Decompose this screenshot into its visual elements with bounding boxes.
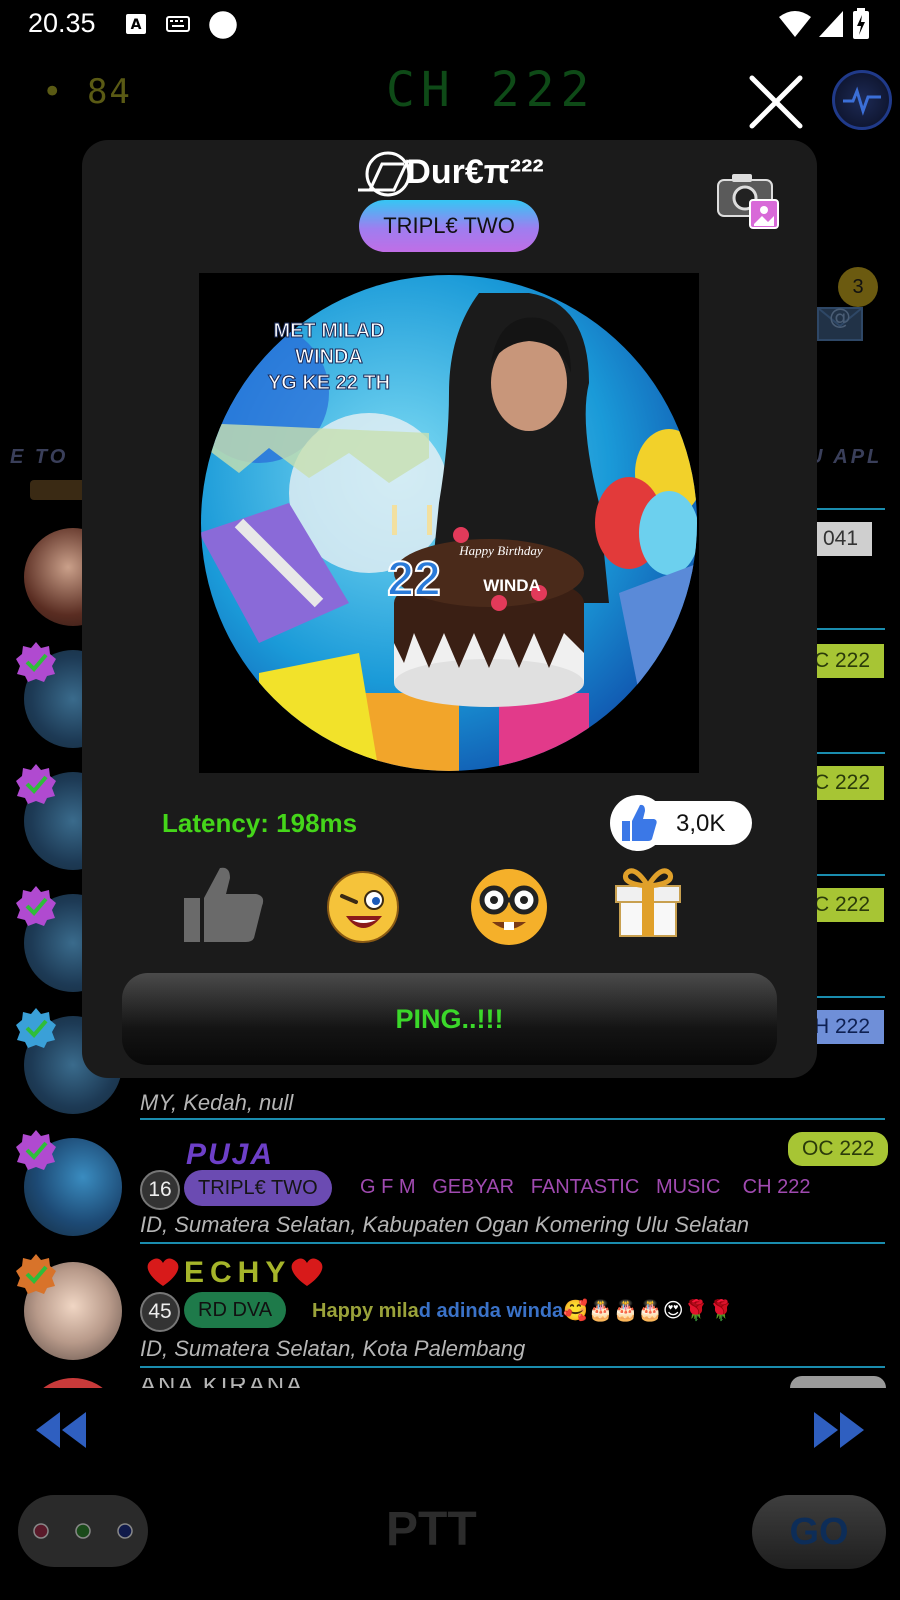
gift-icon[interactable] xyxy=(608,860,688,940)
signal-icon xyxy=(819,11,843,37)
photo-caption-line: YG KE 22 TH xyxy=(268,372,390,394)
user-location: ID, Sumatera Selatan, Kabupaten Ogan Kom… xyxy=(140,1212,750,1237)
thumbs-up-reaction-icon[interactable] xyxy=(180,862,270,952)
fast-forward-icon[interactable] xyxy=(812,1408,868,1452)
battery-icon xyxy=(853,8,869,39)
ping-button[interactable]: PING..!!! xyxy=(122,973,777,1065)
notification-a-icon: A xyxy=(126,14,146,34)
decor-banner xyxy=(30,480,90,500)
level-badge: 45 xyxy=(140,1292,180,1332)
status-time: 20.35 xyxy=(28,8,96,38)
close-icon[interactable] xyxy=(748,74,804,130)
dots-indicator-icon xyxy=(33,1523,133,1539)
next-user-name-clip: ANA KIRANA xyxy=(140,1378,304,1388)
status-dots-button[interactable] xyxy=(18,1495,148,1567)
row-divider xyxy=(140,1242,885,1244)
cake-greeting: Happy Birthday xyxy=(458,543,543,558)
cake-number: 22 xyxy=(387,553,440,606)
user-name: ECHY xyxy=(184,1256,292,1289)
level-badge: 16 xyxy=(140,1170,180,1210)
verified-badge-icon xyxy=(16,764,56,804)
marquee-left: E TO xyxy=(10,446,69,468)
status-message-emoji: 🥰🎂🎂🎂😍🌹🌹 xyxy=(563,1300,734,1322)
like-circle xyxy=(610,795,666,851)
group-badge: RD DVA xyxy=(184,1292,287,1328)
next-user-name: ANA KIRANA xyxy=(140,1378,304,1388)
svg-text:A: A xyxy=(131,17,142,33)
latency-text: Latency: 198ms xyxy=(162,808,358,838)
row-divider xyxy=(140,1118,885,1120)
camera-gallery-icon[interactable] xyxy=(716,170,780,230)
channel-tag: OC 222 xyxy=(788,1132,889,1166)
like-count: 3,0K xyxy=(676,810,726,837)
wifi-icon xyxy=(779,11,811,37)
heart-icon xyxy=(291,1258,323,1286)
channel-title: CH 222 xyxy=(386,62,596,118)
row-divider xyxy=(140,1366,885,1368)
status-message-part: Happy mila xyxy=(312,1300,419,1322)
user-location: ID, Sumatera Selatan, Kota Palembang xyxy=(140,1336,526,1361)
keyboard-icon xyxy=(166,16,190,32)
photo-caption-line: WINDA xyxy=(295,346,363,368)
status-message-part: d adinda winda xyxy=(418,1300,564,1322)
verified-badge-icon xyxy=(16,1130,56,1170)
channel-list: G F M GEBYAR FANTASTIC MUSIC CH 222 xyxy=(360,1176,811,1198)
photo-caption-line: MET MILAD xyxy=(273,320,384,342)
nerd-face-icon[interactable] xyxy=(464,862,554,952)
online-count: • 84 xyxy=(42,72,132,112)
profile-photo[interactable]: MET MILAD WINDA YG KE 22 TH 22 Happy Bir… xyxy=(199,273,699,773)
cake-name: WINDA xyxy=(483,576,541,595)
group-badge: TRIPL€ TWO xyxy=(359,200,539,252)
modal-title-text: Dur€π²²² xyxy=(406,152,544,191)
verified-badge-icon xyxy=(16,1008,56,1048)
brand-logo-icon xyxy=(358,151,411,197)
like-counter[interactable]: 3,0K xyxy=(610,795,752,851)
user-location: MY, Kedah, null xyxy=(140,1090,294,1115)
go-button[interactable]: GO xyxy=(752,1495,886,1569)
app-logo-icon[interactable] xyxy=(832,70,892,130)
heart-icon xyxy=(147,1258,179,1286)
verified-badge-icon xyxy=(16,642,56,682)
dot-notification-icon xyxy=(209,11,237,39)
verified-badge-icon xyxy=(16,886,56,926)
next-avatar-clip xyxy=(24,1378,122,1388)
rewind-icon[interactable] xyxy=(32,1408,88,1452)
user-name: PUJA xyxy=(186,1138,275,1171)
mail-icon[interactable]: @ xyxy=(816,296,864,344)
status-bar: 20.35 A xyxy=(0,0,900,48)
marquee-right: U APL xyxy=(808,446,883,468)
ptt-label[interactable]: PTT xyxy=(386,1502,477,1557)
channel-tag xyxy=(790,1376,886,1388)
group-badge: TRIPL€ TWO xyxy=(184,1170,332,1206)
svg-text:@: @ xyxy=(829,305,851,330)
verified-badge-icon xyxy=(16,1254,56,1294)
status-message: Happy milad adinda winda🥰🎂🎂🎂😍🌹🌹 xyxy=(312,1298,733,1323)
thumbs-up-icon xyxy=(622,804,657,841)
winking-face-icon[interactable] xyxy=(318,862,408,952)
avatar[interactable] xyxy=(24,1378,122,1388)
